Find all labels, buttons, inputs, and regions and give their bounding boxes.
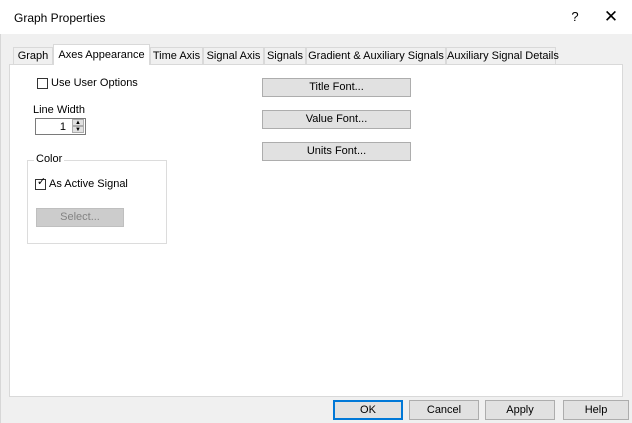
title-font-button[interactable]: Title Font... — [262, 78, 411, 97]
close-icon[interactable]: ✕ — [596, 6, 626, 28]
as-active-signal-checkbox[interactable]: ✓ — [35, 176, 47, 190]
tab-axes-appearance[interactable]: Axes Appearance — [53, 44, 150, 65]
as-active-signal-label: As Active Signal — [49, 178, 128, 190]
use-user-options-label: Use User Options — [51, 77, 138, 89]
window-title: Graph Properties — [14, 11, 106, 25]
tab-time-axis[interactable]: Time Axis — [150, 47, 203, 64]
color-groupbox — [27, 160, 167, 244]
ok-button[interactable]: OK — [333, 400, 403, 420]
dialog-border — [0, 34, 1, 423]
checkmark-icon: ✓ — [36, 176, 47, 188]
spin-down-icon[interactable]: ▼ — [72, 126, 84, 133]
tab-signal-axis[interactable]: Signal Axis — [203, 47, 264, 64]
tab-gradient-auxiliary-signals[interactable]: Gradient & Auxiliary Signals — [306, 47, 446, 64]
line-width-label: Line Width — [33, 104, 85, 116]
tab-graph[interactable]: Graph — [13, 47, 53, 64]
use-user-options-checkbox[interactable] — [37, 78, 48, 89]
apply-button[interactable]: Apply — [485, 400, 555, 420]
help-button[interactable]: Help — [563, 400, 629, 420]
help-icon[interactable]: ? — [567, 8, 583, 26]
line-width-stepper[interactable]: ▲ ▼ — [72, 119, 85, 134]
spin-up-icon[interactable]: ▲ — [72, 119, 84, 126]
tab-signals[interactable]: Signals — [264, 47, 306, 64]
units-font-button[interactable]: Units Font... — [262, 142, 411, 161]
select-color-button[interactable]: Select... — [36, 208, 124, 227]
cancel-button[interactable]: Cancel — [409, 400, 479, 420]
color-group-legend: Color — [34, 153, 65, 165]
line-width-value[interactable]: 1 — [35, 121, 66, 133]
tab-auxiliary-signal-details[interactable]: Auxiliary Signal Details — [446, 47, 559, 64]
value-font-button[interactable]: Value Font... — [262, 110, 411, 129]
